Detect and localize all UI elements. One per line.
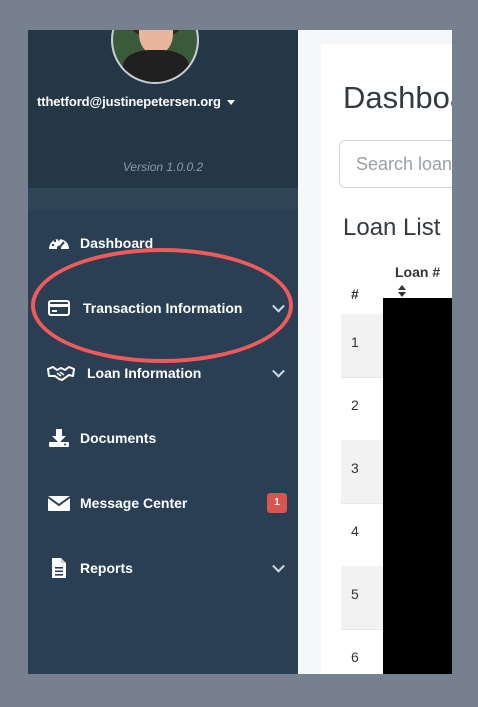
version-label: Version 1.0.0.2 [122,160,204,174]
row-number: 4 [351,523,359,539]
sidebar-item-label: Documents [80,429,157,446]
row-number: 2 [351,397,359,413]
dashboard-gauge-icon [47,233,71,253]
column-header-number: # [351,286,359,302]
unread-count-badge: 1 [267,492,287,513]
sidebar-item-documents[interactable]: Documents [28,405,298,470]
search-input[interactable] [339,140,452,188]
sidebar-item-message-center[interactable]: Message Center 1 [28,470,298,535]
sort-icon[interactable] [397,284,407,298]
sidebar-item-label: Dashboard [80,234,154,251]
credit-card-icon [47,298,71,318]
download-icon [47,428,71,448]
handshake-icon [47,363,75,383]
chevron-down-icon [272,299,285,313]
profile-block: tthetford@justinepetersen.org Version 1.… [28,30,298,188]
app-window: tthetford@justinepetersen.org Version 1.… [28,30,452,674]
page-title: Dashboard [343,80,452,115]
file-icon [47,557,71,578]
sidebar: tthetford@justinepetersen.org Version 1.… [28,30,298,674]
row-number: 6 [351,649,359,665]
row-number: 5 [351,586,359,602]
sidebar-item-dashboard[interactable]: Dashboard [28,210,298,275]
sidebar-item-loan-information[interactable]: Loan Information [28,340,298,405]
chevron-down-icon [272,364,285,378]
user-menu[interactable]: tthetford@justinepetersen.org [37,94,235,109]
sidebar-item-label: Transaction Information [83,299,243,316]
user-email: tthetford@justinepetersen.org [37,94,221,109]
redacted-region [383,298,452,674]
avatar[interactable] [111,30,199,84]
row-number: 3 [351,460,359,476]
envelope-icon [47,493,71,513]
sidebar-item-label: Message Center [80,494,188,511]
column-header-loan-number[interactable]: Loan # [395,264,440,280]
nav-spacer [28,188,298,210]
sidebar-item-transaction-information[interactable]: Transaction Information [28,275,298,340]
row-number: 1 [351,334,359,350]
sidebar-item-reports[interactable]: Reports [28,535,298,600]
loan-list-title: Loan List [343,214,441,241]
sidebar-item-label: Reports [80,559,133,576]
caret-down-icon [226,100,235,106]
sidebar-item-label: Loan Information [87,364,202,381]
chevron-down-icon [272,559,285,573]
